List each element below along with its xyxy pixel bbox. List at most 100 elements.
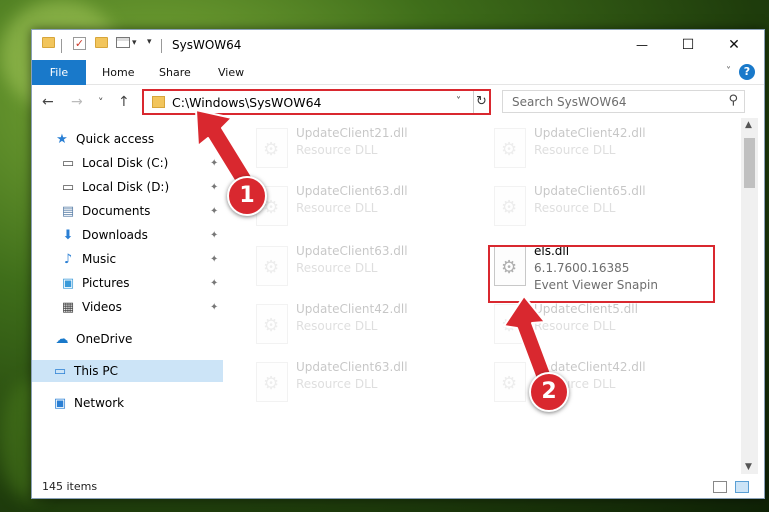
file-tile[interactable]: ⚙ UpdateClient5.dll Resource DLL [488, 300, 718, 352]
file-name: UpdateClient21.dll [296, 126, 408, 140]
documents-icon: ▤ [61, 203, 75, 219]
status-bar: 145 items [32, 476, 764, 498]
network-icon: ▣ [53, 395, 67, 411]
vertical-scrollbar[interactable]: ▲ ▼ [741, 118, 758, 474]
pin-icon[interactable]: ✦ [210, 206, 218, 217]
tab-file[interactable]: File [32, 60, 86, 85]
highlight-box [488, 245, 715, 303]
videos-icon: ▦ [61, 299, 75, 315]
sidebar-item-label: Quick access [76, 132, 155, 146]
search-placeholder: Search SysWOW64 [512, 95, 627, 109]
sidebar-item[interactable]: ▣ Network [32, 392, 223, 414]
sidebar-item[interactable]: ★ Quick access [32, 128, 223, 150]
sidebar-item-label: Documents [82, 204, 151, 218]
file-detail: Resource DLL [534, 319, 616, 333]
dll-file-icon: ⚙ [256, 304, 288, 344]
pin-icon[interactable]: ✦ [210, 254, 218, 265]
back-button[interactable]: ← [42, 94, 54, 110]
sidebar-item[interactable]: ▭ Local Disk (D:) ✦ [32, 176, 223, 198]
title-bar: ✓ ▾ ▾ SysWOW64 — ☐ ✕ [32, 30, 764, 60]
file-tile[interactable]: ⚙ UpdateClient63.dll Resource DLL [250, 358, 480, 410]
sidebar-item[interactable]: ⬇ Downloads ✦ [32, 224, 223, 246]
gear-icon: ⚙ [263, 373, 280, 394]
gear-icon: ⚙ [263, 257, 280, 278]
toolbar-dropdown-icon[interactable]: ▾ [147, 37, 152, 47]
refresh-button[interactable]: ↻ [473, 91, 489, 113]
dll-file-icon: ⚙ [256, 362, 288, 402]
address-path[interactable]: C:\Windows\SysWOW64 [172, 95, 321, 110]
file-detail: Resource DLL [296, 377, 378, 391]
file-tile[interactable]: ⚙ UpdateClient65.dll Resource DLL [488, 182, 718, 234]
dll-file-icon: ⚙ [494, 304, 526, 344]
expand-ribbon-icon[interactable]: ˅ [726, 66, 731, 77]
sidebar-item[interactable]: ▭ This PC [32, 360, 223, 382]
recent-locations-button[interactable]: ˅ [98, 96, 104, 109]
pictures-icon: ▣ [61, 275, 75, 291]
scroll-up-icon[interactable]: ▲ [745, 120, 752, 130]
file-detail: Resource DLL [296, 261, 378, 275]
file-tile[interactable]: ⚙ UpdateClient63.dll Resource DLL [250, 182, 480, 234]
sidebar-item[interactable]: ☁ OneDrive [32, 328, 223, 350]
tab-view[interactable]: View [218, 60, 244, 85]
file-tile[interactable]: ⚙ UpdateClient42.dll Resource DLL [488, 358, 718, 410]
file-detail: Resource DLL [296, 143, 378, 157]
sidebar-item-label: Music [82, 252, 117, 266]
new-folder-icon[interactable] [95, 37, 108, 48]
file-tile[interactable]: ⚙ UpdateClient21.dll Resource DLL [250, 124, 480, 176]
sidebar-item-label: Pictures [82, 276, 130, 290]
pin-icon[interactable]: ✦ [210, 182, 218, 193]
address-bar[interactable]: C:\Windows\SysWOW64 ˅ ↻ [142, 89, 491, 115]
folder-icon [42, 37, 55, 48]
sidebar-item-label: This PC [74, 364, 118, 378]
tab-home[interactable]: Home [102, 60, 134, 85]
pin-icon[interactable]: ✦ [210, 158, 218, 169]
tab-share[interactable]: Share [159, 60, 191, 85]
file-name: UpdateClient63.dll [296, 184, 408, 198]
sidebar-item[interactable]: ▦ Videos ✦ [32, 296, 223, 318]
explorer-window: ✓ ▾ ▾ SysWOW64 — ☐ ✕ File Home Share Vie… [31, 29, 765, 499]
forward-button[interactable]: → [71, 94, 83, 110]
sidebar-item-label: Local Disk (C:) [82, 156, 169, 170]
sidebar-item[interactable]: ▤ Documents ✦ [32, 200, 223, 222]
pin-icon[interactable]: ✦ [210, 230, 218, 241]
gear-icon: ⚙ [501, 315, 518, 336]
file-tile[interactable]: ⚙ UpdateClient42.dll Resource DLL [488, 124, 718, 176]
dll-file-icon: ⚙ [256, 128, 288, 168]
customize-icon[interactable] [116, 37, 130, 48]
pin-icon[interactable]: ✦ [210, 278, 218, 289]
chevron-down-icon[interactable]: ▾ [132, 38, 137, 48]
pin-icon[interactable]: ✦ [210, 302, 218, 313]
up-button[interactable]: ↑ [118, 94, 130, 110]
dll-file-icon: ⚙ [494, 186, 526, 226]
address-dropdown-icon[interactable]: ˅ [456, 96, 461, 107]
computer-icon: ▭ [53, 363, 67, 379]
maximize-button[interactable]: ☐ [665, 30, 711, 60]
minimize-button[interactable]: — [619, 30, 665, 60]
ribbon-tabs: File Home Share View ˅ ? [32, 60, 764, 85]
onedrive-icon: ☁ [55, 331, 69, 347]
file-tile[interactable]: ⚙ UpdateClient63.dll Resource DLL [250, 242, 480, 294]
tiles-view-icon[interactable] [735, 481, 749, 493]
close-button[interactable]: ✕ [711, 30, 757, 60]
dll-file-icon: ⚙ [494, 362, 526, 402]
file-name: UpdateClient63.dll [296, 244, 408, 258]
properties-check-icon[interactable]: ✓ [73, 37, 86, 50]
file-name: UpdateClient42.dll [296, 302, 408, 316]
folder-icon [152, 96, 165, 108]
help-icon[interactable]: ? [739, 64, 755, 80]
sidebar-item[interactable]: ♪ Music ✦ [32, 248, 223, 270]
sidebar-item[interactable]: ▣ Pictures ✦ [32, 272, 223, 294]
details-view-icon[interactable] [713, 481, 727, 493]
star-icon: ★ [56, 131, 68, 147]
toolbar-separator [61, 39, 62, 53]
scroll-thumb[interactable] [744, 138, 755, 188]
sidebar-item[interactable]: ▭ Local Disk (C:) ✦ [32, 152, 223, 174]
file-tile[interactable]: ⚙ UpdateClient42.dll Resource DLL [250, 300, 480, 352]
search-input[interactable]: Search SysWOW64 ⚲ [502, 90, 745, 113]
navigation-pane: ★ Quick access ▭ Local Disk (C:) ✦ ▭ Local Dis… [32, 118, 227, 474]
search-icon[interactable]: ⚲ [728, 93, 738, 108]
gear-icon: ⚙ [263, 139, 280, 160]
navigation-bar: ← → ˅ ↑ C:\Windows\SysWOW64 ˅ ↻ Search S… [32, 86, 764, 118]
scroll-down-icon[interactable]: ▼ [745, 462, 752, 472]
sidebar-item-label: OneDrive [76, 332, 133, 346]
